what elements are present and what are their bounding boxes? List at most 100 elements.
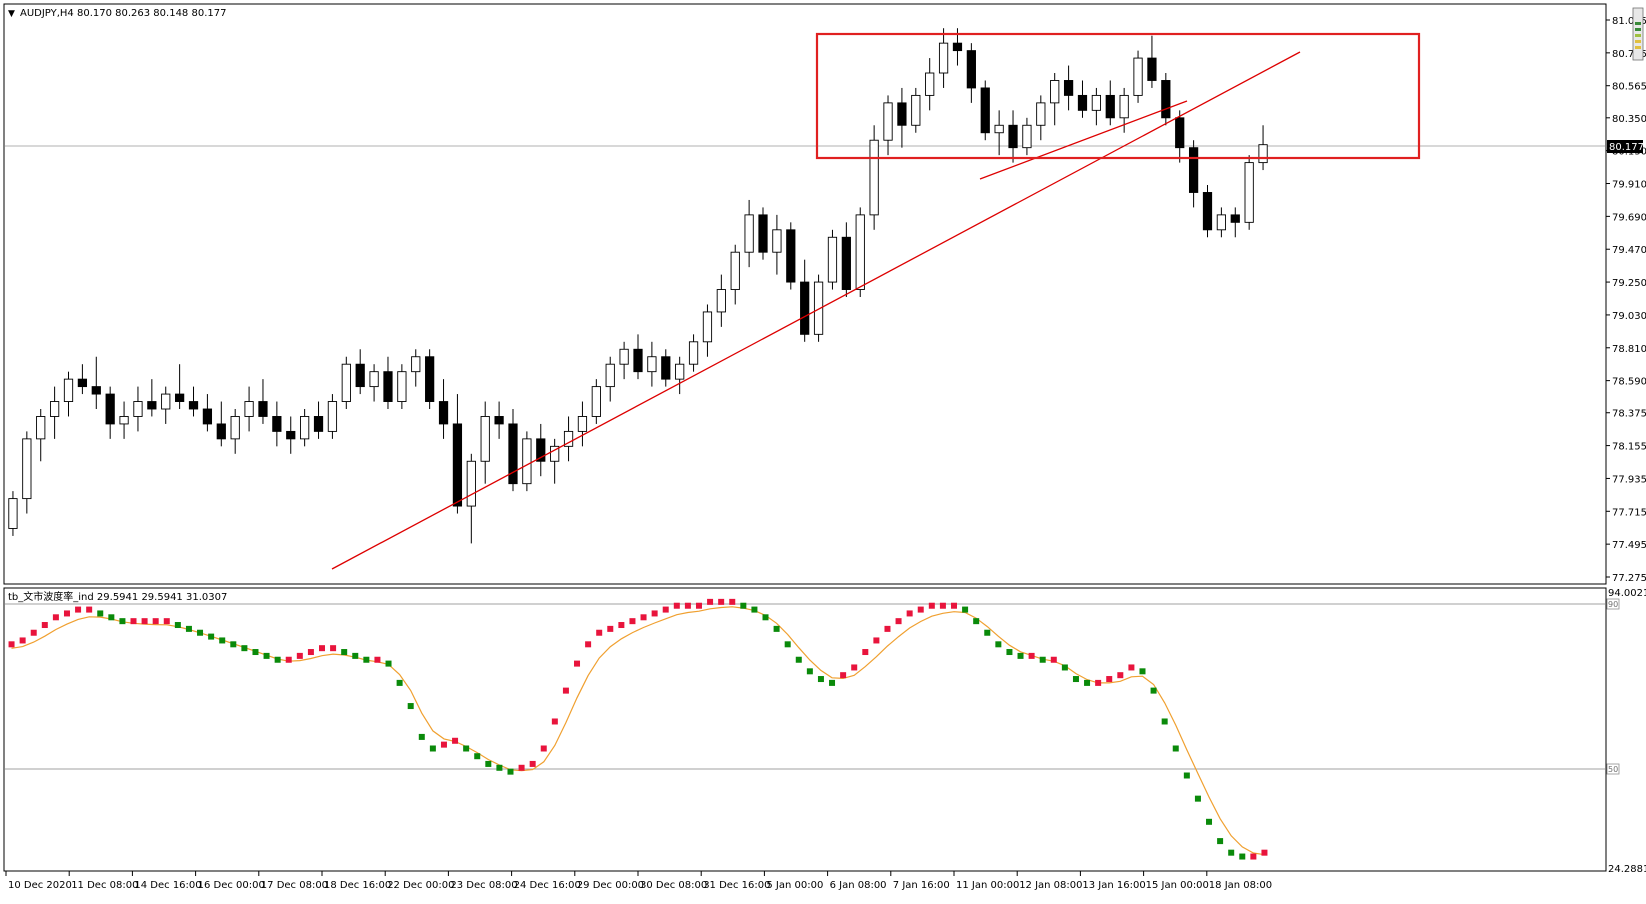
current-price-label: 80.177: [1609, 142, 1644, 153]
candle-body: [508, 423, 518, 485]
indicator-dot: [1028, 652, 1035, 659]
time-label: 13 Jan 16:00: [1082, 880, 1145, 891]
indicator-dot: [1217, 838, 1224, 845]
indicator-dot: [452, 737, 459, 744]
indicator-dot: [507, 768, 514, 775]
time-label: 12 Jan 08:00: [1019, 880, 1082, 891]
candle-body: [786, 229, 796, 283]
candle-body: [1091, 94, 1101, 111]
indicator-dot: [1017, 652, 1024, 659]
candle-body: [522, 438, 532, 485]
candle-body: [716, 289, 726, 313]
signal-strength-icon[interactable]: [1632, 7, 1644, 61]
candle-body: [688, 341, 699, 365]
candle-body: [49, 401, 60, 417]
candle-body: [1230, 214, 1240, 223]
candle-body: [175, 393, 185, 402]
candle-body: [1077, 94, 1088, 111]
time-label: 14 Dec 16:00: [134, 880, 201, 891]
indicator-dot: [330, 645, 337, 652]
indicator-dot: [1084, 679, 1091, 686]
indicator-dot: [695, 602, 702, 609]
indicator-dot: [219, 637, 226, 644]
indicator-dot: [707, 598, 714, 605]
indicator-dot: [574, 660, 581, 667]
time-label: 30 Dec 08:00: [640, 880, 707, 891]
candle-body: [272, 416, 282, 432]
candle-body: [925, 72, 935, 96]
indicator-dot: [795, 656, 802, 663]
indicator-dot: [596, 629, 603, 636]
indicator-dot: [618, 622, 625, 629]
candle-body: [1119, 94, 1129, 119]
price-label: 80.350: [1612, 114, 1646, 125]
indicator-dot: [729, 598, 736, 605]
indicator-dot: [829, 679, 836, 686]
price-label: 79.910: [1612, 180, 1646, 191]
indicator-dot: [285, 656, 292, 663]
candle-body: [980, 87, 990, 134]
indicator-dot: [8, 641, 15, 648]
indicator-dot: [629, 618, 636, 625]
time-label: 18 Dec 16:00: [324, 880, 391, 891]
indicator-dot: [1061, 664, 1068, 671]
time-label: 5 Jan 00:00: [766, 880, 823, 891]
indicator-dot: [1228, 849, 1235, 856]
indicator-dot: [1239, 853, 1246, 860]
indicator-dot: [784, 641, 791, 648]
price-label: 79.470: [1612, 245, 1646, 256]
indicator-dot: [862, 649, 869, 656]
level-50-label: 50: [1608, 765, 1618, 774]
indicator-dot: [97, 610, 104, 617]
candle-body: [966, 50, 976, 89]
indicator-dot: [141, 618, 148, 625]
indicator-dot: [163, 618, 170, 625]
candle-body: [994, 124, 1004, 134]
indicator-dot: [873, 637, 880, 644]
indicator-dot: [851, 664, 858, 671]
time-label: 11 Dec 08:00: [71, 880, 138, 891]
indicator-dot: [1072, 676, 1079, 683]
candle-body: [1050, 80, 1060, 104]
time-label: 15 Jan 00:00: [1146, 880, 1209, 891]
price-label: 79.250: [1612, 278, 1646, 289]
chart-canvas[interactable]: ▼ AUDJPY,H4 80.170 80.263 80.148 80.177 …: [0, 0, 1646, 900]
indicator-dot: [1172, 745, 1179, 752]
indicator-dot: [1139, 668, 1146, 675]
time-label: 6 Jan 08:00: [830, 880, 887, 891]
candle-body: [577, 416, 588, 432]
indicator-dot: [840, 672, 847, 679]
candle-body: [355, 363, 365, 388]
indicator-dot: [906, 610, 913, 617]
indicator-dot: [607, 625, 614, 632]
candle-body: [36, 416, 46, 440]
indicator-dot: [1206, 818, 1213, 825]
indicator-dot: [585, 641, 592, 648]
candle-body: [216, 423, 226, 440]
candle-body: [702, 311, 713, 343]
indicator-dot: [30, 629, 37, 636]
candle-body: [133, 401, 143, 417]
chart-window[interactable]: ▼ AUDJPY,H4 80.170 80.263 80.148 80.177 …: [0, 0, 1646, 900]
candle-body: [1105, 94, 1115, 119]
candle-body: [661, 356, 671, 380]
candle-body: [258, 401, 268, 417]
candle-body: [1175, 117, 1185, 149]
indicator-dot: [1095, 679, 1102, 686]
indicator-dot: [806, 668, 813, 675]
indicator-dot: [928, 602, 935, 609]
candle-body: [313, 416, 324, 432]
symbol-menu-icon[interactable]: ▼: [8, 9, 15, 19]
indicator-dot: [396, 679, 403, 686]
indicator-dot: [740, 602, 747, 609]
indicator-dot: [951, 602, 957, 609]
candle-body: [952, 42, 963, 52]
candle-body: [494, 416, 504, 425]
indicator-dot: [152, 618, 159, 625]
candle-body: [1147, 57, 1157, 81]
candle-body: [397, 371, 407, 402]
indicator-dot: [108, 614, 115, 621]
indicator-dot: [307, 649, 314, 656]
indicator-dot: [19, 637, 26, 644]
indicator-dot: [962, 606, 969, 613]
